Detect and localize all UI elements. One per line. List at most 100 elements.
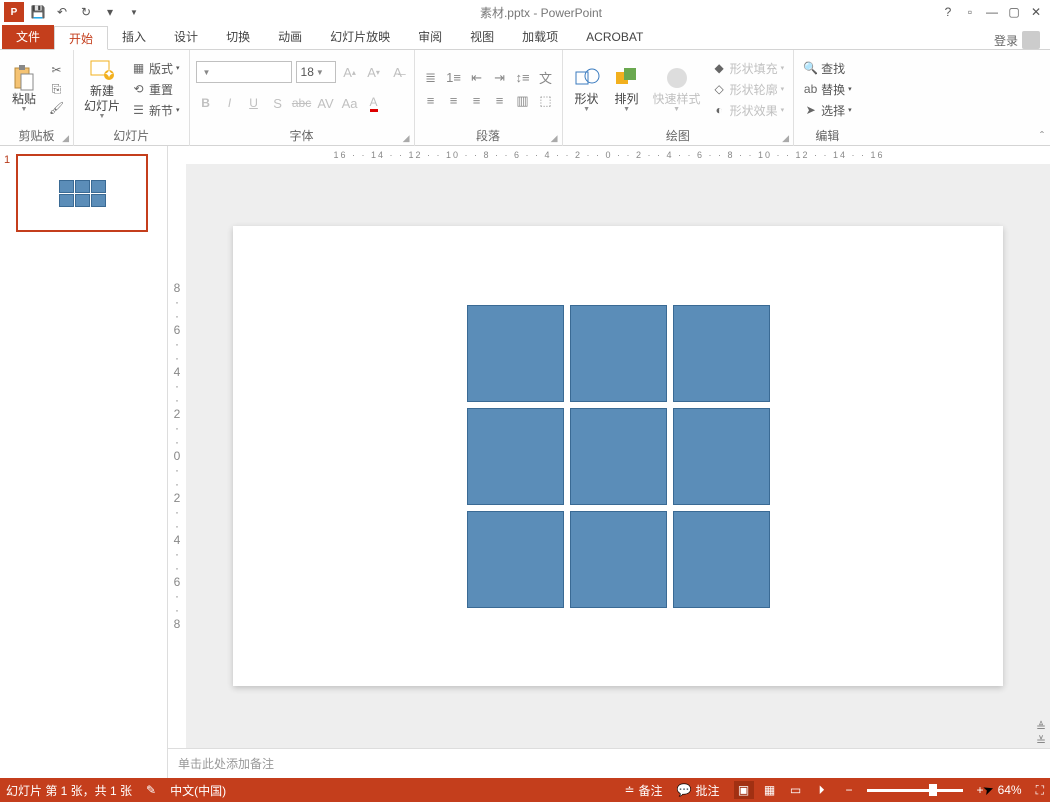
zoom-out-icon[interactable]: − <box>846 783 853 797</box>
help-icon[interactable]: ? <box>938 2 958 22</box>
columns-icon[interactable]: ▥ <box>513 91 533 111</box>
maximize-icon[interactable]: ▢ <box>1004 2 1024 22</box>
smartart-icon[interactable]: ⬚ <box>536 91 556 111</box>
shape-rectangle[interactable] <box>467 408 564 505</box>
tab-review[interactable]: 审阅 <box>404 25 456 49</box>
tab-insert[interactable]: 插入 <box>108 25 160 49</box>
font-name-combo[interactable]: ▼ <box>196 61 292 83</box>
dialog-launcher-icon[interactable]: ◢ <box>551 133 558 144</box>
tab-file[interactable]: 文件 <box>2 25 54 49</box>
char-spacing-icon[interactable]: AV <box>316 93 336 113</box>
minimize-icon[interactable]: — <box>982 2 1002 22</box>
notes-pane[interactable]: 单击此处添加备注 <box>168 748 1050 778</box>
change-case-icon[interactable]: Aa <box>340 93 360 113</box>
fit-slide-icon[interactable]: ⛶ <box>1036 783 1044 798</box>
italic-icon[interactable]: I <box>220 93 240 113</box>
language-button[interactable]: 中文(中国) <box>170 782 226 799</box>
layout-button[interactable]: ▦版式 ▾ <box>128 59 183 78</box>
ribbon-options-icon[interactable]: ▫ <box>960 2 980 22</box>
zoom-in-icon[interactable]: + <box>977 783 984 797</box>
tab-addins[interactable]: 加载项 <box>508 25 572 49</box>
tab-home[interactable]: 开始 <box>54 26 108 50</box>
prev-slide-icon[interactable]: ≜ <box>1036 720 1046 734</box>
line-spacing-icon[interactable]: ↕≡ <box>513 68 533 88</box>
start-from-beginning-icon[interactable]: ▾ <box>100 2 120 22</box>
shadow-icon[interactable]: S <box>268 93 288 113</box>
tab-view[interactable]: 视图 <box>456 25 508 49</box>
align-center-icon[interactable]: ≡ <box>444 91 464 111</box>
tab-transitions[interactable]: 切换 <box>212 25 264 49</box>
font-size-combo[interactable]: 18▼ <box>296 61 336 83</box>
qat-dropdown-icon[interactable]: ▼ <box>124 2 144 22</box>
slide-position[interactable]: 幻灯片 第 1 张，共 1 张 <box>6 782 132 799</box>
decrease-font-icon[interactable]: A▾ <box>364 62 384 82</box>
dialog-launcher-icon[interactable]: ◢ <box>403 133 410 144</box>
clear-formatting-icon[interactable]: A̶ <box>388 62 408 82</box>
thumbnail-item[interactable]: 1 <box>4 154 163 232</box>
normal-view-icon[interactable]: ▣ <box>734 781 754 799</box>
shape-outline-button[interactable]: ◇形状轮廓 ▾ <box>709 80 788 99</box>
vertical-ruler[interactable]: 8·· 6·· 4·· 2·· 0·· 2·· 4·· 6·· 8 <box>168 164 186 748</box>
shape-rectangle[interactable] <box>467 305 564 402</box>
shape-rectangle[interactable] <box>570 305 667 402</box>
save-icon[interactable]: 💾 <box>28 2 48 22</box>
bullets-icon[interactable]: ≣ <box>421 68 441 88</box>
text-direction-icon[interactable]: 文 <box>536 68 556 88</box>
underline-icon[interactable]: U <box>244 93 264 113</box>
format-painter-button[interactable]: 🖌 <box>46 100 67 117</box>
collapse-ribbon-icon[interactable]: ˆ <box>1040 129 1044 143</box>
shape-rectangle[interactable] <box>673 511 770 608</box>
sorter-view-icon[interactable]: ▦ <box>760 781 780 799</box>
horizontal-ruler[interactable]: 16 · · 14 · · 12 · · 10 · · 8 · · 6 · · … <box>168 146 1050 164</box>
zoom-value[interactable]: 64% <box>998 783 1022 797</box>
arrange-button[interactable]: 排列▼ <box>609 62 645 117</box>
align-right-icon[interactable]: ≡ <box>467 91 487 111</box>
reading-view-icon[interactable]: ▭ <box>786 781 806 799</box>
tab-design[interactable]: 设计 <box>160 25 212 49</box>
redo-icon[interactable]: ↻ <box>76 2 96 22</box>
undo-icon[interactable]: ↶ <box>52 2 72 22</box>
close-icon[interactable]: ✕ <box>1026 2 1046 22</box>
new-slide-button[interactable]: ✦ 新建 幻灯片 ▼ <box>80 54 124 123</box>
tab-slideshow[interactable]: 幻灯片放映 <box>316 25 404 49</box>
shape-fill-button[interactable]: ◆形状填充 ▾ <box>709 59 788 78</box>
notes-button[interactable]: ≐ 备注 <box>624 782 662 799</box>
copy-button[interactable]: ⎘ <box>46 81 67 98</box>
replace-button[interactable]: ab替换 ▾ <box>800 80 855 99</box>
reset-button[interactable]: ⟲重置 <box>128 80 183 99</box>
login[interactable]: 登录 <box>984 31 1050 49</box>
shapes-button[interactable]: 形状▼ <box>569 62 605 117</box>
select-button[interactable]: ➤选择 ▾ <box>800 101 855 120</box>
spellcheck-icon[interactable]: ✎ <box>146 783 156 797</box>
zoom-handle[interactable] <box>929 784 937 796</box>
strikethrough-icon[interactable]: abc <box>292 93 312 113</box>
cut-button[interactable]: ✂ <box>46 62 67 79</box>
numbering-icon[interactable]: 1≡ <box>444 68 464 88</box>
bold-icon[interactable]: B <box>196 93 216 113</box>
shape-rectangle[interactable] <box>570 511 667 608</box>
decrease-indent-icon[interactable]: ⇤ <box>467 68 487 88</box>
shape-rectangle[interactable] <box>467 511 564 608</box>
zoom-slider[interactable] <box>867 789 963 792</box>
align-left-icon[interactable]: ≡ <box>421 91 441 111</box>
thumbnail-preview[interactable] <box>16 154 148 232</box>
shape-effects-button[interactable]: ◐形状效果 ▾ <box>709 101 788 120</box>
dialog-launcher-icon[interactable]: ◢ <box>62 133 69 144</box>
paste-button[interactable]: 粘贴 ▼ <box>6 62 42 117</box>
section-button[interactable]: ☰新节 ▾ <box>128 101 183 120</box>
dialog-launcher-icon[interactable]: ◢ <box>782 133 789 144</box>
slideshow-view-icon[interactable]: ⏵ <box>812 781 832 799</box>
slide[interactable] <box>233 226 1003 686</box>
slide-thumbnails[interactable]: 1 <box>0 146 168 778</box>
shape-rectangle[interactable] <box>673 408 770 505</box>
slide-canvas[interactable]: ≜ ≚ <box>186 164 1050 748</box>
comments-button[interactable]: 💬 批注 <box>677 782 720 799</box>
find-button[interactable]: 🔍查找 <box>800 59 855 78</box>
tab-animations[interactable]: 动画 <box>264 25 316 49</box>
justify-icon[interactable]: ≡ <box>490 91 510 111</box>
next-slide-icon[interactable]: ≚ <box>1036 734 1046 748</box>
quick-styles-button[interactable]: 快速样式▼ <box>649 62 705 117</box>
increase-indent-icon[interactable]: ⇥ <box>490 68 510 88</box>
shape-rectangle[interactable] <box>673 305 770 402</box>
tab-acrobat[interactable]: ACROBAT <box>572 25 657 49</box>
